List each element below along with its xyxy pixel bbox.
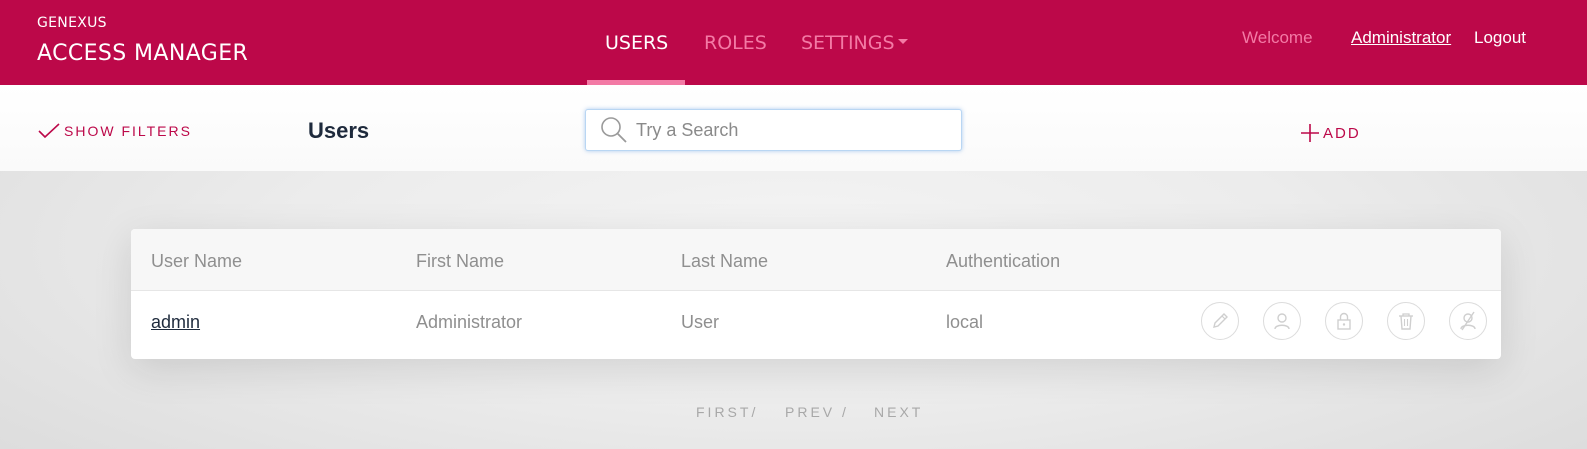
- chevron-down-icon: [897, 39, 908, 44]
- pagination-next[interactable]: NEXT: [874, 404, 923, 420]
- tab-roles-label: ROLES: [704, 32, 767, 54]
- tab-settings-label: SETTINGS: [801, 32, 895, 54]
- tab-settings[interactable]: SETTINGS: [801, 32, 908, 54]
- password-lock-icon: [1337, 312, 1351, 330]
- toolbar: SHOW FILTERS Users ADD: [0, 85, 1587, 171]
- brand-app-name: ACCESS MANAGER: [37, 41, 249, 66]
- search-box[interactable]: [585, 109, 962, 151]
- column-header-authentication[interactable]: Authentication: [946, 251, 1060, 272]
- table-header: User Name First Name Last Name Authentic…: [131, 229, 1501, 291]
- top-header: GENEXUS ACCESS MANAGER USERS ROLES SETTI…: [0, 0, 1587, 85]
- user-roles-icon: [1274, 313, 1290, 330]
- brand-company: GENEXUS: [37, 15, 107, 31]
- cell-last-name: User: [681, 312, 720, 332]
- current-user-link[interactable]: Administrator: [1351, 28, 1451, 48]
- password-button[interactable]: [1325, 302, 1363, 340]
- tab-roles[interactable]: ROLES: [704, 32, 767, 54]
- logout-button[interactable]: Logout: [1474, 28, 1526, 48]
- cell-first-name: Administrator: [416, 312, 523, 332]
- search-input[interactable]: [636, 119, 936, 141]
- tab-users[interactable]: USERS: [605, 32, 668, 54]
- column-header-first-name[interactable]: First Name: [416, 251, 504, 272]
- pagination-first[interactable]: FIRST/: [696, 404, 758, 420]
- users-table: User Name First Name Last Name Authentic…: [131, 229, 1501, 359]
- disable-user-icon: [1460, 311, 1476, 331]
- show-filters-label: SHOW FILTERS: [64, 123, 192, 139]
- edit-icon: [1213, 313, 1228, 328]
- checkmark-icon: [38, 123, 60, 139]
- add-label: ADD: [1323, 124, 1361, 142]
- plus-icon: [1301, 124, 1319, 142]
- search-icon: [601, 117, 627, 143]
- cell-authentication: local: [946, 312, 984, 332]
- user-roles-button[interactable]: [1263, 302, 1301, 340]
- add-user-button[interactable]: ADD: [1300, 123, 1361, 143]
- show-filters-button[interactable]: SHOW FILTERS: [38, 123, 192, 139]
- column-header-user-name[interactable]: User Name: [151, 251, 242, 272]
- tab-users-label: USERS: [605, 32, 669, 54]
- edit-button[interactable]: [1201, 302, 1239, 340]
- user-name-link[interactable]: admin: [151, 312, 200, 333]
- delete-button[interactable]: [1387, 302, 1425, 340]
- delete-trash-icon: [1399, 313, 1413, 330]
- pagination-prev[interactable]: PREV /: [785, 404, 849, 420]
- disable-user-button[interactable]: [1449, 302, 1487, 340]
- page-title: Users: [308, 118, 370, 143]
- column-header-last-name[interactable]: Last Name: [681, 251, 768, 272]
- welcome-text: Welcome: [1242, 28, 1313, 47]
